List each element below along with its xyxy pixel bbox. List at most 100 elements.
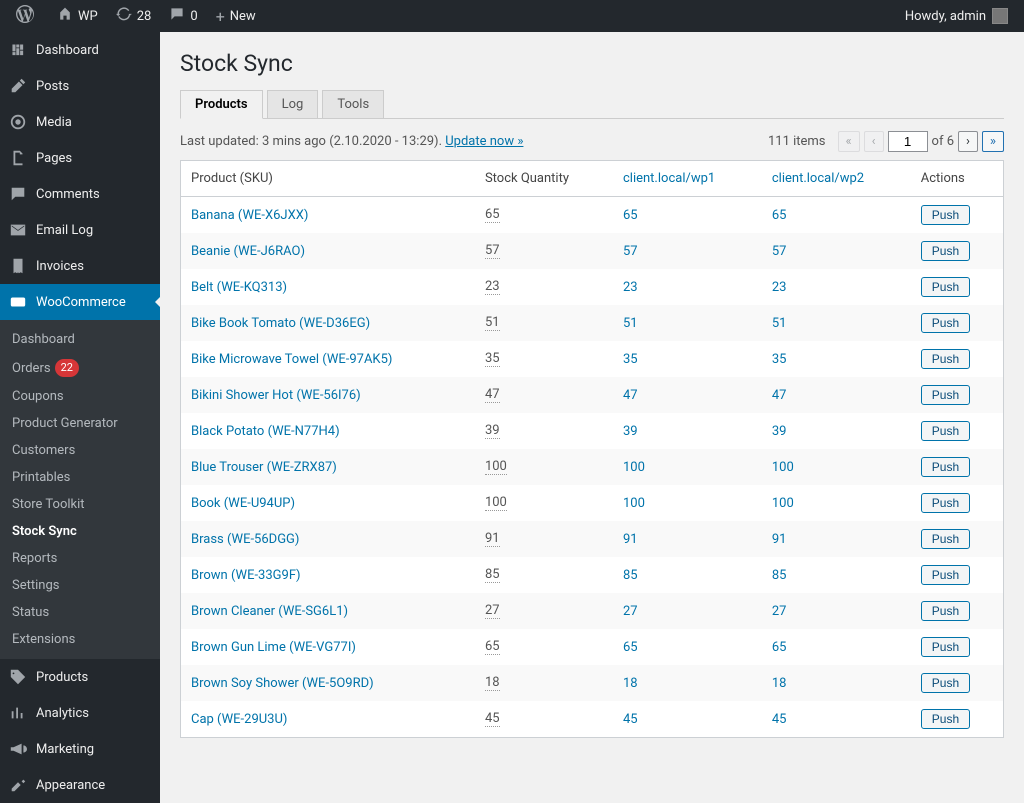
orders-badge: 22 xyxy=(55,359,79,377)
stock-qty[interactable]: 65 xyxy=(485,639,500,655)
push-button[interactable]: Push xyxy=(921,457,970,477)
push-button[interactable]: Push xyxy=(921,637,970,657)
tabs: ProductsLogTools xyxy=(180,89,1004,119)
stock-qty[interactable]: 85 xyxy=(485,567,500,583)
submenu-item-printables[interactable]: Printables xyxy=(0,464,160,491)
product-link[interactable]: Black Potato (WE-N77H4) xyxy=(191,424,340,439)
submenu-item-dashboard[interactable]: Dashboard xyxy=(0,326,160,353)
submenu-item-orders[interactable]: Orders22 xyxy=(0,353,160,383)
push-button[interactable]: Push xyxy=(921,601,970,621)
submenu-item-product-generator[interactable]: Product Generator xyxy=(0,410,160,437)
submenu-item-coupons[interactable]: Coupons xyxy=(0,383,160,410)
push-button[interactable]: Push xyxy=(921,493,970,513)
submenu-item-status[interactable]: Status xyxy=(0,599,160,626)
push-button[interactable]: Push xyxy=(921,565,970,585)
tab-tools[interactable]: Tools xyxy=(322,90,384,118)
product-link[interactable]: Brown Gun Lime (WE-VG77I) xyxy=(191,640,356,655)
menu-item-appearance[interactable]: Appearance xyxy=(0,767,160,803)
wp-logo[interactable] xyxy=(8,0,47,32)
site2-qty: 100 xyxy=(772,496,794,511)
site1-qty: 47 xyxy=(623,388,638,403)
menu-item-analytics[interactable]: Analytics xyxy=(0,695,160,731)
push-button[interactable]: Push xyxy=(921,673,970,693)
comments-bubble[interactable]: 0 xyxy=(161,0,205,32)
submenu-item-customers[interactable]: Customers xyxy=(0,437,160,464)
submenu-item-extensions[interactable]: Extensions xyxy=(0,626,160,653)
my-account[interactable]: Howdy, admin xyxy=(897,0,1016,32)
menu-item-invoices[interactable]: Invoices xyxy=(0,248,160,284)
product-link[interactable]: Banana (WE-X6JXX) xyxy=(191,208,308,223)
menu-item-email-log[interactable]: Email Log xyxy=(0,212,160,248)
col-actions: Actions xyxy=(911,161,1004,197)
comment-icon xyxy=(169,6,185,22)
stock-qty[interactable]: 91 xyxy=(485,531,500,547)
menu-item-marketing[interactable]: Marketing xyxy=(0,731,160,767)
col-site2[interactable]: client.local/wp2 xyxy=(762,161,911,197)
push-button[interactable]: Push xyxy=(921,349,970,369)
page-last[interactable]: » xyxy=(982,131,1004,152)
stock-qty[interactable]: 18 xyxy=(485,675,500,691)
menu-item-posts[interactable]: Posts xyxy=(0,68,160,104)
wordpress-icon xyxy=(16,5,34,23)
page-first[interactable]: « xyxy=(838,131,860,152)
site1-qty: 100 xyxy=(623,460,645,475)
menu-item-products[interactable]: Products xyxy=(0,659,160,695)
pages-icon xyxy=(8,148,28,168)
menu-item-media[interactable]: Media xyxy=(0,104,160,140)
product-link[interactable]: Bikini Shower Hot (WE-56I76) xyxy=(191,388,361,403)
product-link[interactable]: Brown Cleaner (WE-SG6L1) xyxy=(191,604,348,619)
posts-icon xyxy=(8,76,28,96)
push-button[interactable]: Push xyxy=(921,385,970,405)
stock-qty[interactable]: 27 xyxy=(485,603,500,619)
stock-qty[interactable]: 65 xyxy=(485,207,500,223)
push-button[interactable]: Push xyxy=(921,421,970,441)
product-link[interactable]: Bike Book Tomato (WE-D36EG) xyxy=(191,316,370,331)
push-button[interactable]: Push xyxy=(921,709,970,729)
stock-qty[interactable]: 45 xyxy=(485,711,500,727)
page-input[interactable] xyxy=(888,131,928,152)
push-button[interactable]: Push xyxy=(921,313,970,333)
table-row: Brass (WE-56DGG)919191Push xyxy=(181,521,1004,557)
stock-qty[interactable]: 47 xyxy=(485,387,500,403)
product-link[interactable]: Book (WE-U94UP) xyxy=(191,496,295,511)
page-next[interactable]: › xyxy=(958,131,978,152)
menu-item-pages[interactable]: Pages xyxy=(0,140,160,176)
page-prev[interactable]: ‹ xyxy=(864,131,884,152)
stock-qty[interactable]: 100 xyxy=(485,495,507,511)
updates[interactable]: 28 xyxy=(108,0,160,32)
menu-item-dashboard[interactable]: Dashboard xyxy=(0,32,160,68)
product-link[interactable]: Brass (WE-56DGG) xyxy=(191,532,299,547)
stock-qty[interactable]: 57 xyxy=(485,243,500,259)
product-link[interactable]: Cap (WE-29U3U) xyxy=(191,712,287,727)
product-link[interactable]: Bike Microwave Towel (WE-97AK5) xyxy=(191,352,392,367)
tab-log[interactable]: Log xyxy=(267,90,319,118)
stock-qty[interactable]: 23 xyxy=(485,279,500,295)
push-button[interactable]: Push xyxy=(921,277,970,297)
col-site1[interactable]: client.local/wp1 xyxy=(613,161,762,197)
submenu-item-settings[interactable]: Settings xyxy=(0,572,160,599)
product-link[interactable]: Brown Soy Shower (WE-5O9RD) xyxy=(191,676,374,691)
site-home[interactable]: WP xyxy=(49,0,106,32)
product-link[interactable]: Brown (WE-33G9F) xyxy=(191,568,301,583)
product-link[interactable]: Beanie (WE-J6RAO) xyxy=(191,244,305,259)
products-icon xyxy=(8,667,28,687)
menu-item-comments[interactable]: Comments xyxy=(0,176,160,212)
stock-qty[interactable]: 100 xyxy=(485,459,507,475)
product-link[interactable]: Belt (WE-KQ313) xyxy=(191,280,287,295)
submenu-item-stock-sync[interactable]: Stock Sync xyxy=(0,518,160,545)
push-button[interactable]: Push xyxy=(921,241,970,261)
submenu-item-reports[interactable]: Reports xyxy=(0,545,160,572)
update-now-link[interactable]: Update now » xyxy=(445,134,523,149)
stock-qty[interactable]: 39 xyxy=(485,423,500,439)
email-icon xyxy=(8,220,28,240)
stock-qty[interactable]: 35 xyxy=(485,351,500,367)
submenu-item-store-toolkit[interactable]: Store Toolkit xyxy=(0,491,160,518)
push-button[interactable]: Push xyxy=(921,205,970,225)
stock-qty[interactable]: 51 xyxy=(485,315,500,331)
product-link[interactable]: Blue Trouser (WE-ZRX87) xyxy=(191,460,337,475)
tab-products[interactable]: Products xyxy=(180,90,263,119)
appearance-icon xyxy=(8,775,28,795)
push-button[interactable]: Push xyxy=(921,529,970,549)
new-content[interactable]: +New xyxy=(208,0,264,32)
menu-item-woocommerce[interactable]: WooCommerce xyxy=(0,284,160,320)
